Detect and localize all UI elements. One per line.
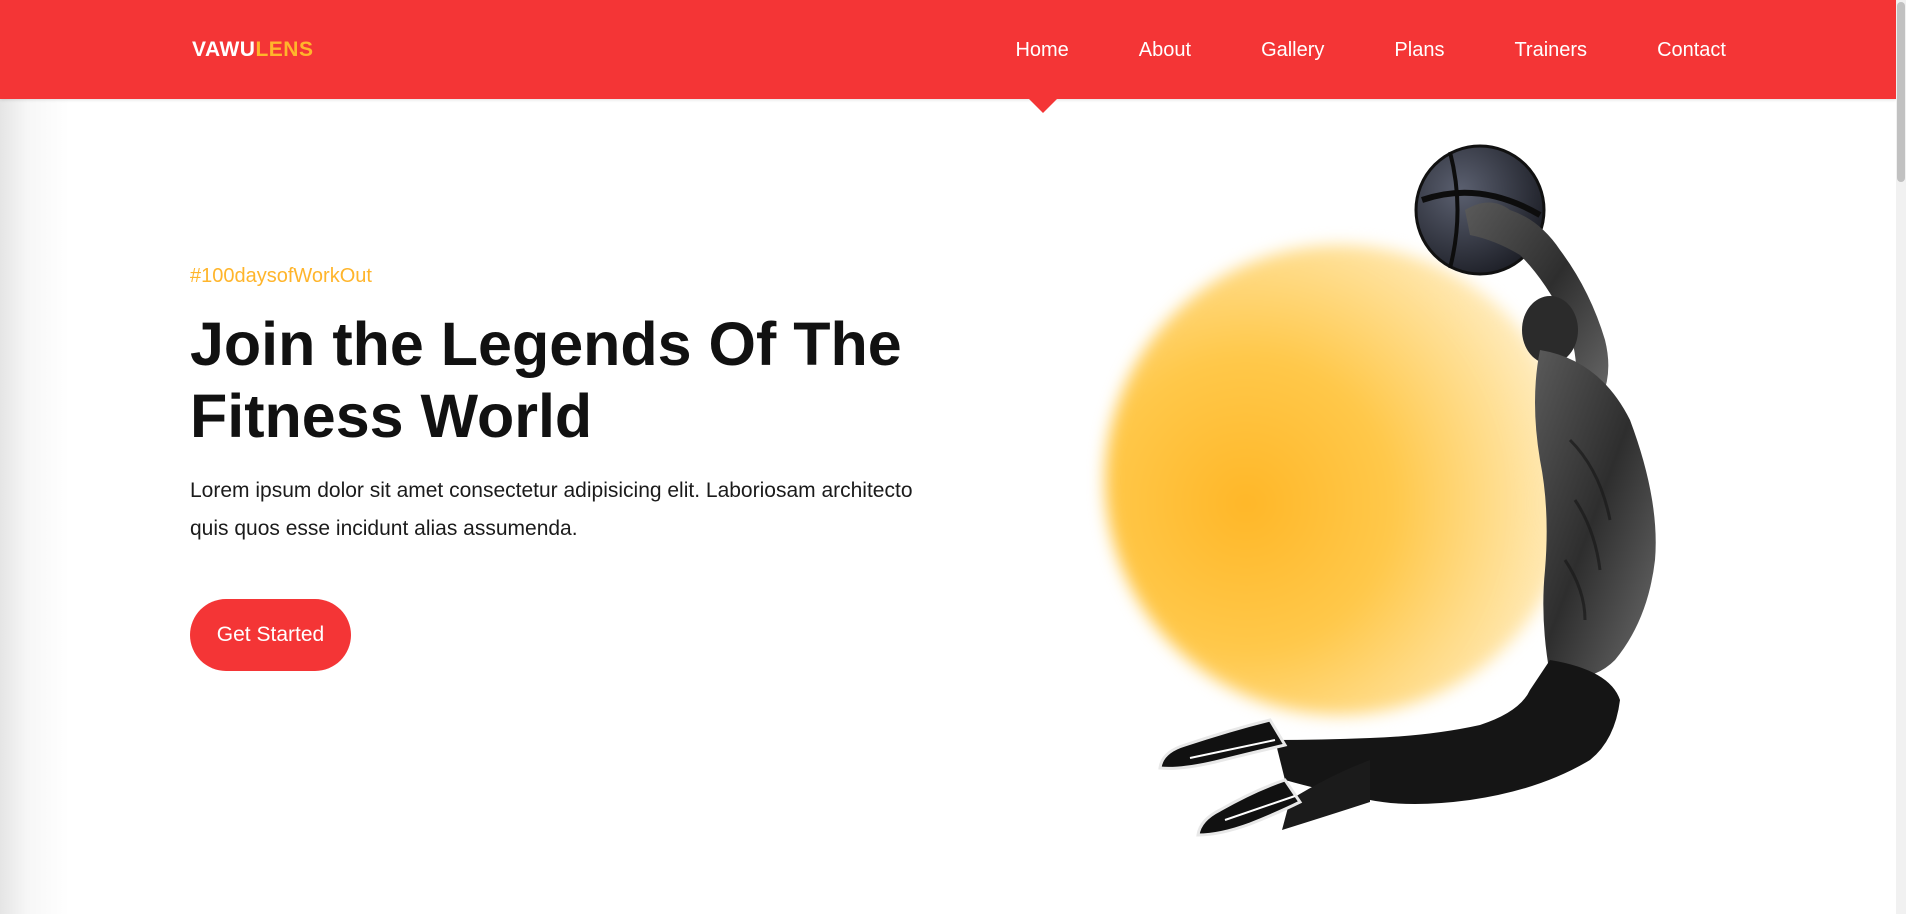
navbar: VAWULENS Home About Gallery Plans Traine… <box>0 0 1896 99</box>
hero-headline: Join the Legends Of The Fitness World <box>190 310 902 450</box>
main-nav: Home About Gallery Plans Trainers Contac… <box>1015 0 1726 99</box>
nav-item-trainers[interactable]: Trainers <box>1514 38 1587 62</box>
scrollbar-thumb[interactable] <box>1897 2 1905 182</box>
get-started-button[interactable]: Get Started <box>190 599 351 671</box>
brand-logo-part2: LENS <box>255 38 314 61</box>
hero-description: Lorem ipsum dolor sit amet consectetur a… <box>190 479 913 540</box>
athlete-image <box>1158 144 1656 837</box>
nav-item-contact[interactable]: Contact <box>1657 38 1726 62</box>
page-scrollbar[interactable] <box>1896 0 1906 914</box>
nav-item-about[interactable]: About <box>1139 38 1191 62</box>
page-edge-shadow <box>0 0 70 914</box>
brand-logo-part1: VAWU <box>192 38 256 61</box>
nav-item-home[interactable]: Home <box>1015 38 1068 62</box>
nav-item-plans[interactable]: Plans <box>1394 38 1444 62</box>
hero-hashtag: #100daysofWorkOut <box>190 265 372 287</box>
brand-logo[interactable]: VAWULENS <box>192 38 313 62</box>
active-nav-indicator <box>1029 99 1057 113</box>
nav-item-gallery[interactable]: Gallery <box>1261 38 1324 62</box>
